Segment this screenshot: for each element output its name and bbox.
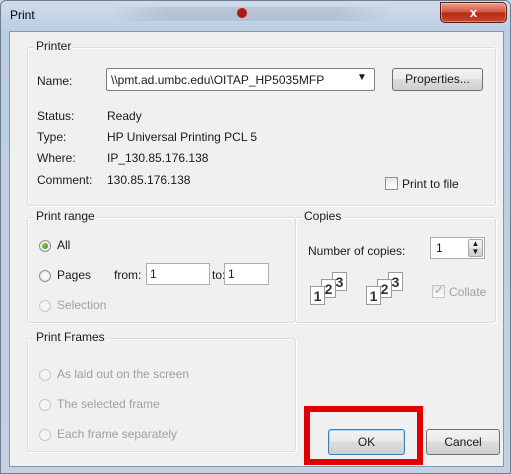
copies-value: 1: [436, 241, 443, 255]
radio-all-label[interactable]: All: [57, 238, 70, 252]
to-value: 1: [228, 267, 235, 281]
close-button[interactable]: x: [440, 2, 507, 23]
collate-checkbox[interactable]: [432, 283, 445, 298]
comment-label: Comment:: [37, 173, 93, 187]
radio-selection-label[interactable]: Selection: [57, 298, 106, 312]
chevron-down-icon: ▼: [357, 72, 367, 83]
from-input[interactable]: 1: [146, 263, 210, 285]
ok-highlight-box: [304, 406, 423, 465]
copies-input[interactable]: 1 ▲ ▼: [430, 237, 485, 259]
number-of-copies-label: Number of copies:: [308, 244, 406, 258]
blurred-background: [111, 7, 391, 21]
frames-option-label[interactable]: Each frame separately: [57, 427, 177, 441]
collate-icon: 3 2 1: [310, 272, 370, 308]
title-bar[interactable]: Print x: [1, 1, 510, 31]
print-to-file-checkbox[interactable]: [385, 177, 398, 190]
printer-name-label: Name:: [37, 74, 73, 88]
type-value: HP Universal Printing PCL 5: [107, 130, 258, 144]
printer-name-select[interactable]: \\pmt.ad.umbc.edu\OITAP_HP5035MFP ▼: [106, 68, 375, 91]
comment-value: 130.85.176.138: [107, 173, 191, 187]
status-value: Ready: [107, 109, 142, 123]
radio-frames-each[interactable]: [39, 429, 51, 441]
type-label: Type:: [37, 130, 67, 144]
window-title: Print: [10, 8, 35, 22]
where-label: Where:: [37, 151, 76, 165]
dialog-body: Printer Name: \\pmt.ad.umbc.edu\OITAP_HP…: [9, 31, 504, 467]
frames-option-label[interactable]: As laid out on the screen: [57, 367, 189, 381]
radio-pages[interactable]: [39, 270, 51, 282]
print-frames-group-label: Print Frames: [34, 330, 107, 344]
radio-pages-label[interactable]: Pages: [57, 268, 91, 282]
close-icon: x: [469, 5, 478, 20]
collate-label[interactable]: Collate: [449, 285, 486, 299]
copies-spinner[interactable]: ▲ ▼: [468, 239, 483, 257]
from-label: from:: [114, 268, 142, 282]
cancel-button[interactable]: Cancel: [426, 429, 500, 455]
print-range-group-label: Print range: [34, 209, 97, 223]
from-value: 1: [150, 267, 157, 281]
printer-name-value: \\pmt.ad.umbc.edu\OITAP_HP5035MFP: [111, 73, 325, 87]
collate-icon-2: 3 2 1: [366, 272, 426, 308]
print-dialog: Print x Printer Name: \\pmt.ad.umbc.edu\…: [0, 0, 511, 474]
properties-button-label: Properties...: [405, 72, 470, 86]
where-value: IP_130.85.176.138: [107, 151, 209, 165]
blurred-background-icon: [237, 8, 247, 18]
print-to-file-label[interactable]: Print to file: [402, 177, 459, 191]
properties-button[interactable]: Properties...: [392, 68, 483, 91]
spin-down-icon: ▼: [471, 247, 480, 256]
copies-group-label: Copies: [302, 209, 344, 223]
cancel-button-label: Cancel: [444, 435, 482, 449]
radio-all[interactable]: [39, 240, 51, 252]
radio-selection[interactable]: [39, 300, 51, 312]
frames-option-label[interactable]: The selected frame: [57, 397, 160, 411]
to-input[interactable]: 1: [224, 263, 269, 285]
printer-group-label: Printer: [34, 39, 74, 53]
radio-frames-laid-out[interactable]: [39, 369, 51, 381]
radio-frames-selected[interactable]: [39, 399, 51, 411]
status-label: Status:: [37, 109, 75, 123]
